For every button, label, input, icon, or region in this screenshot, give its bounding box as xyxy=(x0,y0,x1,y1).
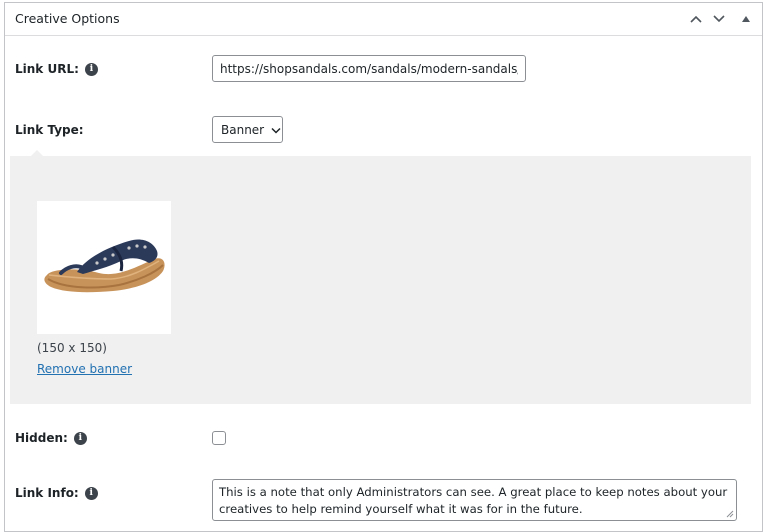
link-type-select[interactable]: Banner xyxy=(212,116,283,143)
chevron-down-icon[interactable] xyxy=(712,12,726,26)
info-icon[interactable]: i xyxy=(73,431,87,445)
resize-handle-icon[interactable] xyxy=(726,510,734,518)
link-url-label-text: Link URL: xyxy=(15,62,79,76)
panel-title: Creative Options xyxy=(15,11,120,26)
hidden-label: Hidden: i xyxy=(15,431,87,445)
hidden-label-text: Hidden: xyxy=(15,431,68,445)
panel-header: Creative Options xyxy=(5,3,762,36)
link-info-text: This is a note that only Administrators … xyxy=(219,485,728,516)
link-url-input[interactable] xyxy=(212,55,526,82)
link-info-label-text: Link Info: xyxy=(15,486,79,500)
link-info-textarea[interactable]: This is a note that only Administrators … xyxy=(212,479,737,521)
triangle-up-icon[interactable] xyxy=(739,12,753,26)
sandal-image xyxy=(44,239,165,293)
banner-preview-area: (150 x 150) Remove banner xyxy=(10,156,751,404)
link-info-label: Link Info: i xyxy=(15,486,98,500)
banner-dimensions: (150 x 150) xyxy=(37,341,107,355)
link-type-selected: Banner xyxy=(221,122,265,137)
banner-image xyxy=(37,201,171,334)
hidden-checkbox[interactable] xyxy=(212,431,226,445)
info-icon[interactable]: i xyxy=(84,486,98,500)
link-type-label-text: Link Type: xyxy=(15,123,84,137)
info-icon[interactable]: i xyxy=(84,62,98,76)
link-url-label: Link URL: i xyxy=(15,62,98,76)
link-type-label: Link Type: xyxy=(15,123,84,137)
remove-banner-link[interactable]: Remove banner xyxy=(37,362,132,376)
chevron-down-icon xyxy=(271,123,281,137)
chevron-up-icon[interactable] xyxy=(689,12,703,26)
